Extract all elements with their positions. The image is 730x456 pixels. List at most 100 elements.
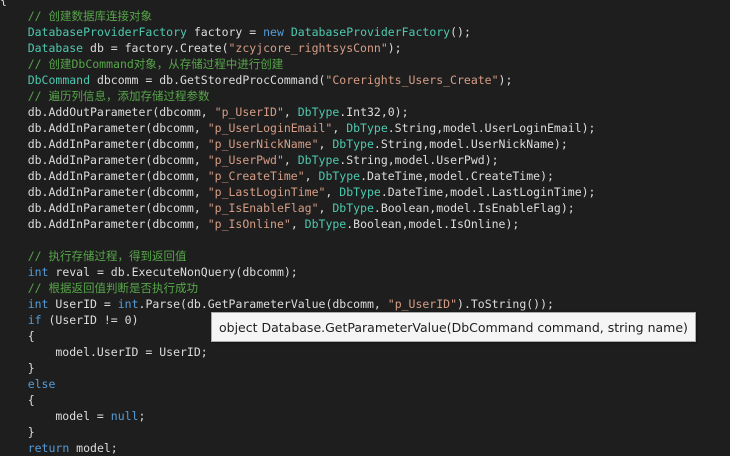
code-token-string: "p_UserID" [387, 297, 458, 311]
quick-info-tooltip: object Database.GetParameterValue(DbComm… [211, 312, 696, 342]
code-token-comment: // 创建数据库连接对象 [27, 9, 152, 23]
code-token-type: Database [27, 41, 84, 55]
code-token-plain: .String,model.UserNickName); [373, 137, 568, 151]
code-token-plain: , [283, 153, 298, 167]
code-token-plain: db.AddInParameter(dbcomm, [0, 185, 208, 199]
code-line[interactable]: model.UserID = UserID; [0, 344, 730, 360]
code-token-plain: , [290, 217, 305, 231]
code-token-string: "p_UserID" [214, 105, 284, 119]
code-line[interactable]: model = null; [0, 408, 730, 424]
code-line[interactable]: } [0, 424, 730, 440]
code-line[interactable] [0, 232, 730, 248]
code-token-keyword: int [27, 265, 49, 279]
code-token-plain: db.AddInParameter(dbcomm, [0, 153, 208, 167]
tooltip-signature: object Database.GetParameterValue(DbComm… [219, 320, 688, 335]
code-token-plain: } [0, 425, 35, 439]
code-line[interactable]: DbCommand dbcomm = db.GetStoredProcComma… [0, 72, 730, 88]
code-line[interactable]: db.AddInParameter(dbcomm, "p_LastLoginTi… [0, 184, 730, 200]
code-token-plain: db.AddInParameter(dbcomm, [0, 121, 208, 135]
code-line[interactable]: db.AddInParameter(dbcomm, "p_CreateTime"… [0, 168, 730, 184]
code-editor[interactable]: { // 创建数据库连接对象 DatabaseProviderFactory f… [0, 0, 730, 456]
code-token-plain: { [0, 0, 7, 7]
code-token-plain: .String,model.UserPwd); [339, 153, 499, 167]
code-token-type: DatabaseProviderFactory [290, 25, 451, 39]
code-token-plain: { [0, 393, 35, 407]
code-line[interactable]: { [0, 392, 730, 408]
code-token-plain: db.AddInParameter(dbcomm, [0, 137, 208, 151]
code-line[interactable]: db.AddInParameter(dbcomm, "p_IsOnline", … [0, 216, 730, 232]
code-token-plain: , [332, 121, 347, 135]
code-area[interactable]: { // 创建数据库连接对象 DatabaseProviderFactory f… [0, 0, 730, 456]
code-token-plain: .Boolean,model.IsEnableFlag); [373, 201, 575, 215]
code-token-keyword: else [27, 377, 56, 391]
code-token-keyword: int [27, 297, 49, 311]
code-token-keyword: if [27, 313, 42, 327]
code-line[interactable]: // 创建数据库连接对象 [0, 8, 730, 24]
code-token-plain: ); [387, 41, 402, 55]
code-line[interactable]: int UserID = int.Parse(db.GetParameterVa… [0, 296, 730, 312]
code-line[interactable]: else [0, 376, 730, 392]
code-token-plain: { [0, 329, 35, 343]
code-token-plain: ); [498, 73, 513, 87]
code-token-plain: , [283, 105, 298, 119]
code-token-keyword: return [27, 441, 70, 455]
code-line[interactable]: db.AddInParameter(dbcomm, "p_UserPwd", D… [0, 152, 730, 168]
code-token-plain: .Int32,0); [339, 105, 409, 119]
code-line[interactable]: db.AddInParameter(dbcomm, "p_UserNickNam… [0, 136, 730, 152]
code-token-plain: .Boolean,model.IsOnline); [346, 217, 520, 231]
code-token-string: "p_UserPwd" [207, 153, 284, 167]
code-line[interactable]: { [0, 0, 730, 8]
code-line[interactable]: db.AddOutParameter(dbcomm, "p_UserID", D… [0, 104, 730, 120]
code-token-string: "p_IsOnline" [207, 217, 291, 231]
code-token-type: DbType [332, 201, 374, 215]
code-line[interactable]: db.AddInParameter(dbcomm, "p_UserLoginEm… [0, 120, 730, 136]
code-token-plain: reval = db.ExecuteNonQuery(dbcomm); [48, 265, 298, 279]
code-line[interactable]: Database db = factory.Create("zcyjcore_r… [0, 40, 730, 56]
code-line[interactable]: return model; [0, 440, 730, 456]
code-token-type: DbType [318, 169, 361, 183]
code-line[interactable]: // 执行存储过程，得到返回值 [0, 248, 730, 264]
code-token-string: "zcyjcore_rightsysConn" [228, 41, 388, 55]
code-token-string: "p_IsEnableFlag" [207, 201, 319, 215]
code-token-plain: } [0, 361, 35, 375]
code-line[interactable]: db.AddInParameter(dbcomm, "p_IsEnableFla… [0, 200, 730, 216]
code-line[interactable]: } [0, 360, 730, 376]
code-token-type: DatabaseProviderFactory [27, 25, 187, 39]
code-token-plain: db = factory.Create( [83, 41, 229, 55]
code-token-type: DbType [339, 185, 381, 199]
code-token-plain: db.AddInParameter(dbcomm, [0, 201, 208, 215]
code-line[interactable]: // 根据返回值判断是否执行成功 [0, 280, 730, 296]
code-token-plain: model.UserID = UserID; [0, 345, 208, 359]
code-token-plain: .Parse(db.GetParameterValue(dbcomm, [138, 297, 388, 311]
code-line[interactable]: int reval = db.ExecuteNonQuery(dbcomm); [0, 264, 730, 280]
code-token-keyword: new [263, 25, 284, 39]
code-line[interactable]: // 遍历列信息，添加存储过程参数 [0, 88, 730, 104]
code-token-plain: , [318, 137, 333, 151]
code-token-plain: (); [450, 25, 471, 39]
code-token-plain: .String,model.UserLoginEmail); [387, 121, 596, 135]
code-token-plain: dbcomm = db.GetStoredProcCommand( [90, 73, 326, 87]
code-token-string: "Corerights_Users_Create" [325, 73, 499, 87]
code-line[interactable]: DatabaseProviderFactory factory = new Da… [0, 24, 730, 40]
code-token-plain: ).ToString()); [457, 297, 554, 311]
code-token-string: "p_LastLoginTime" [207, 185, 326, 199]
code-token-plain: model; [69, 441, 118, 455]
code-token-plain: UserID = [48, 297, 118, 311]
code-token-string: "p_UserLoginEmail" [207, 121, 333, 135]
code-line[interactable]: // 创建DbCommand对象，从存储过程中进行创建 [0, 56, 730, 72]
code-token-comment: // 遍历列信息，添加存储过程参数 [27, 89, 210, 103]
code-token-keyword: int [117, 297, 139, 311]
code-token-comment: // 创建DbCommand对象，从存储过程中进行创建 [27, 57, 284, 71]
